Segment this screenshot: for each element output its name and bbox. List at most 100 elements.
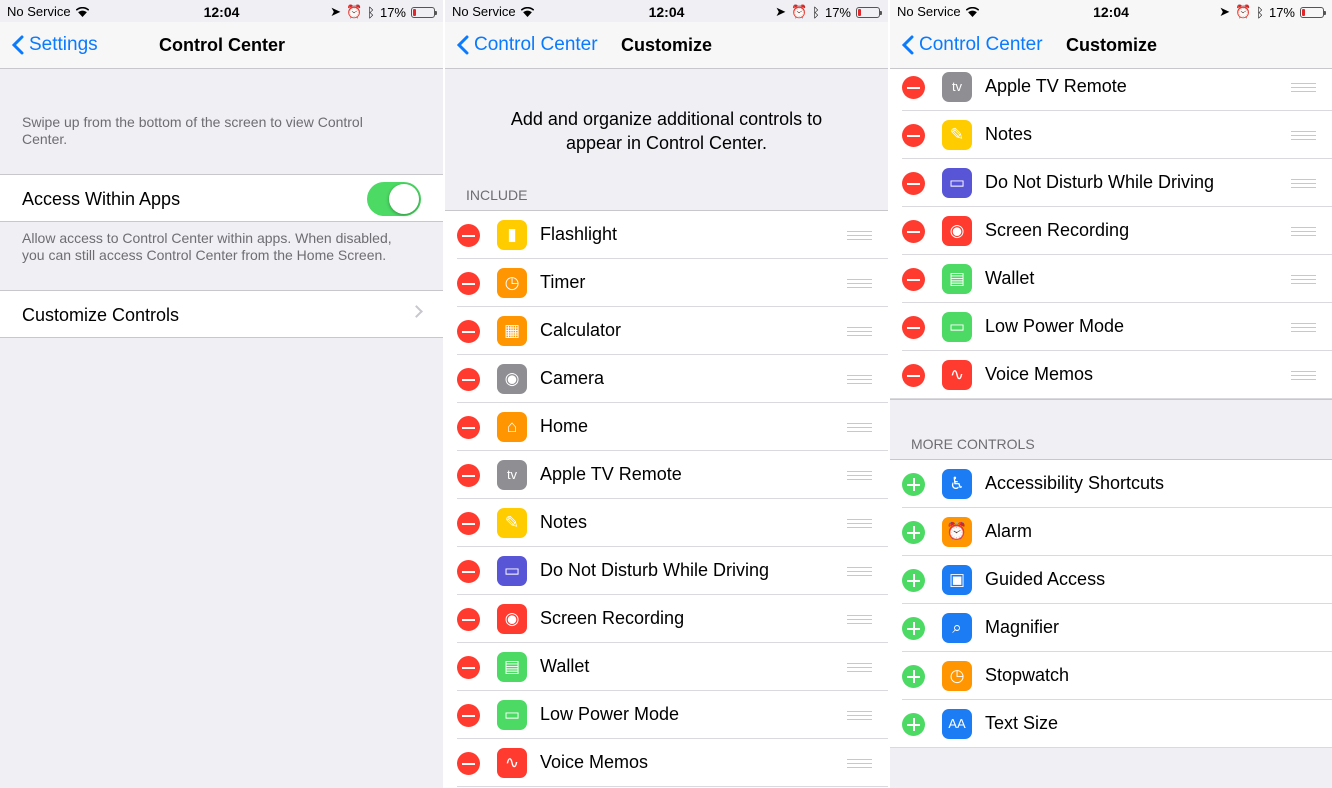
- remove-control-button[interactable]: [457, 608, 480, 631]
- toggle-knob: [389, 184, 419, 214]
- remove-control-button[interactable]: [457, 512, 480, 535]
- control-label: Wallet: [540, 656, 590, 676]
- location-icon: ➤: [775, 4, 786, 19]
- control-label: Do Not Disturb While Driving: [540, 560, 770, 580]
- back-button[interactable]: Control Center: [902, 34, 1043, 56]
- reorder-handle-icon[interactable]: [1291, 83, 1316, 92]
- remove-control-button[interactable]: [457, 464, 480, 487]
- add-control-button[interactable]: [902, 521, 925, 544]
- control-row: ∿ Voice Memos: [890, 351, 1332, 399]
- magnifier-icon: ⌕: [942, 613, 972, 643]
- remove-control-button[interactable]: [902, 316, 925, 339]
- reorder-handle-icon[interactable]: [847, 759, 872, 768]
- reorder-handle-icon[interactable]: [847, 615, 872, 624]
- reorder-handle-icon[interactable]: [847, 711, 872, 720]
- reorder-handle-icon[interactable]: [1291, 371, 1316, 380]
- control-label: Voice Memos: [985, 364, 1094, 384]
- bluetooth-icon: ᛒ: [812, 4, 820, 20]
- add-control-button[interactable]: [902, 713, 925, 736]
- control-label: Alarm: [985, 521, 1033, 541]
- reorder-handle-icon[interactable]: [847, 519, 872, 528]
- add-control-button[interactable]: [902, 665, 925, 688]
- control-row: ▤ Wallet: [445, 643, 888, 691]
- row-separator: [890, 747, 1332, 748]
- calculator-icon: ▦: [497, 316, 527, 346]
- control-row: ◷ Timer: [445, 259, 888, 307]
- timer-icon: ◷: [497, 268, 527, 298]
- back-button[interactable]: Settings: [12, 34, 98, 56]
- customize-controls-row[interactable]: Customize Controls: [0, 290, 443, 338]
- page-title: Customize: [621, 35, 713, 55]
- control-label: Notes: [985, 124, 1033, 144]
- battery-percent: 17%: [379, 4, 406, 20]
- remove-control-button[interactable]: [902, 124, 925, 147]
- control-center-screen: No Service 12:04 ➤ ⏰ ᛒ 17% Settings Cont…: [0, 0, 443, 788]
- remove-control-button[interactable]: [902, 364, 925, 387]
- remove-control-button[interactable]: [457, 368, 480, 391]
- car-icon: ▭: [497, 556, 527, 586]
- remove-control-button[interactable]: [457, 704, 480, 727]
- remove-control-button[interactable]: [457, 272, 480, 295]
- customize-controls-label: Customize Controls: [22, 305, 180, 325]
- reorder-handle-icon[interactable]: [847, 231, 872, 240]
- control-row: ⌕ Magnifier: [890, 604, 1332, 652]
- guided-access-icon: ▣: [942, 565, 972, 595]
- reorder-handle-icon[interactable]: [1291, 323, 1316, 332]
- add-control-button[interactable]: [902, 617, 925, 640]
- control-row: ◉ Screen Recording: [445, 595, 888, 643]
- access-within-apps-row: Access Within Apps: [0, 174, 443, 222]
- camera-icon: ◉: [497, 364, 527, 394]
- reorder-handle-icon[interactable]: [847, 471, 872, 480]
- control-row: ▭ Do Not Disturb While Driving: [445, 547, 888, 595]
- remove-control-button[interactable]: [457, 752, 480, 775]
- intro-text: Add and organize additional controls to …: [510, 109, 823, 153]
- control-label: Flashlight: [540, 224, 618, 244]
- access-footer-text: Allow access to Control Center within ap…: [22, 230, 392, 263]
- chevron-left-icon: [902, 35, 914, 55]
- reorder-handle-icon[interactable]: [847, 327, 872, 336]
- add-control-button[interactable]: [902, 569, 925, 592]
- reorder-handle-icon[interactable]: [847, 375, 872, 384]
- control-row: ▣ Guided Access: [890, 556, 1332, 604]
- reorder-handle-icon[interactable]: [1291, 227, 1316, 236]
- control-row: ∿ Voice Memos: [445, 739, 888, 787]
- remove-control-button[interactable]: [902, 220, 925, 243]
- reorder-handle-icon[interactable]: [847, 663, 872, 672]
- remove-control-button[interactable]: [457, 416, 480, 439]
- remove-control-button[interactable]: [457, 224, 480, 247]
- control-row: ▭ Do Not Disturb While Driving: [890, 159, 1332, 207]
- reorder-handle-icon[interactable]: [1291, 179, 1316, 188]
- control-row: ✎ Notes: [890, 111, 1332, 159]
- add-control-button[interactable]: [902, 473, 925, 496]
- control-label: Apple TV Remote: [985, 76, 1127, 96]
- alarm-icon: ⏰: [942, 517, 972, 547]
- control-label: Home: [540, 416, 589, 436]
- reorder-handle-icon[interactable]: [847, 423, 872, 432]
- remove-control-button[interactable]: [902, 172, 925, 195]
- control-label: Screen Recording: [985, 220, 1130, 240]
- status-bar: No Service 12:04 ➤ ⏰ ᛒ 17%: [0, 0, 443, 22]
- reorder-handle-icon[interactable]: [1291, 275, 1316, 284]
- chevron-right-icon: [410, 305, 423, 318]
- customize-screen-scrolled: tv Apple TV Remote ✎ Notes ▭ Do Not Disturb W…: [890, 0, 1332, 788]
- location-icon: ➤: [1219, 4, 1230, 19]
- back-button[interactable]: Control Center: [457, 34, 598, 56]
- reorder-handle-icon[interactable]: [1291, 131, 1316, 140]
- remove-control-button[interactable]: [902, 76, 925, 99]
- back-label: Control Center: [474, 34, 598, 55]
- access-within-apps-toggle[interactable]: [367, 182, 421, 216]
- remove-control-button[interactable]: [902, 268, 925, 291]
- reorder-handle-icon[interactable]: [847, 567, 872, 576]
- battery-icon: [411, 6, 437, 18]
- flashlight-icon: ▮: [497, 220, 527, 250]
- access-within-apps-label: Access Within Apps: [22, 189, 181, 209]
- apple-tv-icon: tv: [942, 72, 972, 102]
- remove-control-button[interactable]: [457, 320, 480, 343]
- reorder-handle-icon[interactable]: [847, 279, 872, 288]
- remove-control-button[interactable]: [457, 560, 480, 583]
- nav-bar: Settings Control Center: [0, 22, 443, 69]
- row-separator: [457, 786, 888, 787]
- control-row: tv Apple TV Remote: [890, 63, 1332, 111]
- control-label: Guided Access: [985, 569, 1106, 589]
- remove-control-button[interactable]: [457, 656, 480, 679]
